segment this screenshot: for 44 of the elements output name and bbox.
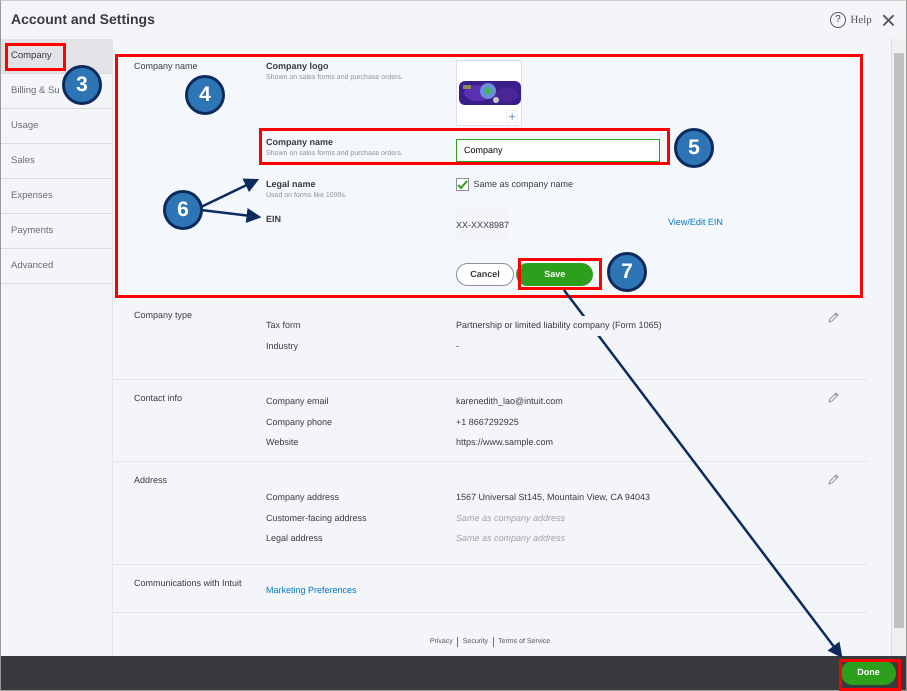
edit-icon[interactable] (827, 474, 839, 486)
section-title: Address (134, 474, 168, 487)
logo-upload[interactable]: + (456, 60, 522, 126)
help-link[interactable]: Help (850, 12, 872, 28)
add-icon[interactable]: + (506, 110, 518, 123)
marketing-preferences-link[interactable]: Marketing Preferences (266, 576, 456, 598)
field-label: Legal address (266, 532, 324, 546)
section-title: Communications with Intuit (134, 576, 243, 590)
edit-icon[interactable] (827, 312, 839, 324)
section-title: Contact info (134, 392, 184, 405)
field-label: Tax form (266, 319, 302, 332)
highlight-box (839, 659, 901, 691)
ein-value: XX-XXX8987 (456, 202, 510, 243)
field-label: Company name (266, 136, 334, 149)
view-edit-ein-link[interactable]: View/Edit EIN (668, 202, 827, 243)
field-label: Customer-facing address (266, 512, 368, 525)
field-label: Company address (266, 491, 340, 504)
cancel-button[interactable]: Cancel (456, 262, 514, 286)
field-label: Company email (266, 395, 330, 408)
close-button[interactable]: × (880, 10, 896, 30)
sidebar-item[interactable]: Sales (1, 144, 112, 179)
section-title: Company name (134, 60, 199, 73)
checkbox-label: Same as company name (474, 178, 574, 191)
field-label: Website (266, 436, 300, 450)
sidebar-item[interactable]: Advanced (1, 248, 112, 284)
highlight-box (5, 43, 66, 71)
field-label: Company logo (266, 60, 330, 73)
scrollbar-thumb[interactable] (894, 52, 904, 628)
checkbox[interactable] (456, 178, 469, 192)
save-button[interactable]: Save (516, 262, 594, 286)
help-icon[interactable]: ? (830, 12, 846, 28)
field-label: Industry (266, 340, 300, 353)
sidebar-item[interactable]: Expenses (1, 178, 112, 214)
field-label: EIN (266, 212, 282, 226)
done-button[interactable]: Done (841, 661, 896, 686)
field-label: Company phone (266, 416, 334, 429)
window-title: Account and Settings (11, 10, 155, 30)
field-value: Partnership or limited liability company (Form 1065) (456, 316, 662, 336)
sidebar-item[interactable]: Usage (1, 108, 112, 144)
company-name-field[interactable]: Company (456, 138, 660, 162)
section-title: Company type (134, 308, 194, 322)
field-label: Legal name (266, 178, 317, 191)
edit-icon[interactable] (827, 392, 839, 404)
sidebar-item[interactable]: Payments (1, 214, 112, 249)
